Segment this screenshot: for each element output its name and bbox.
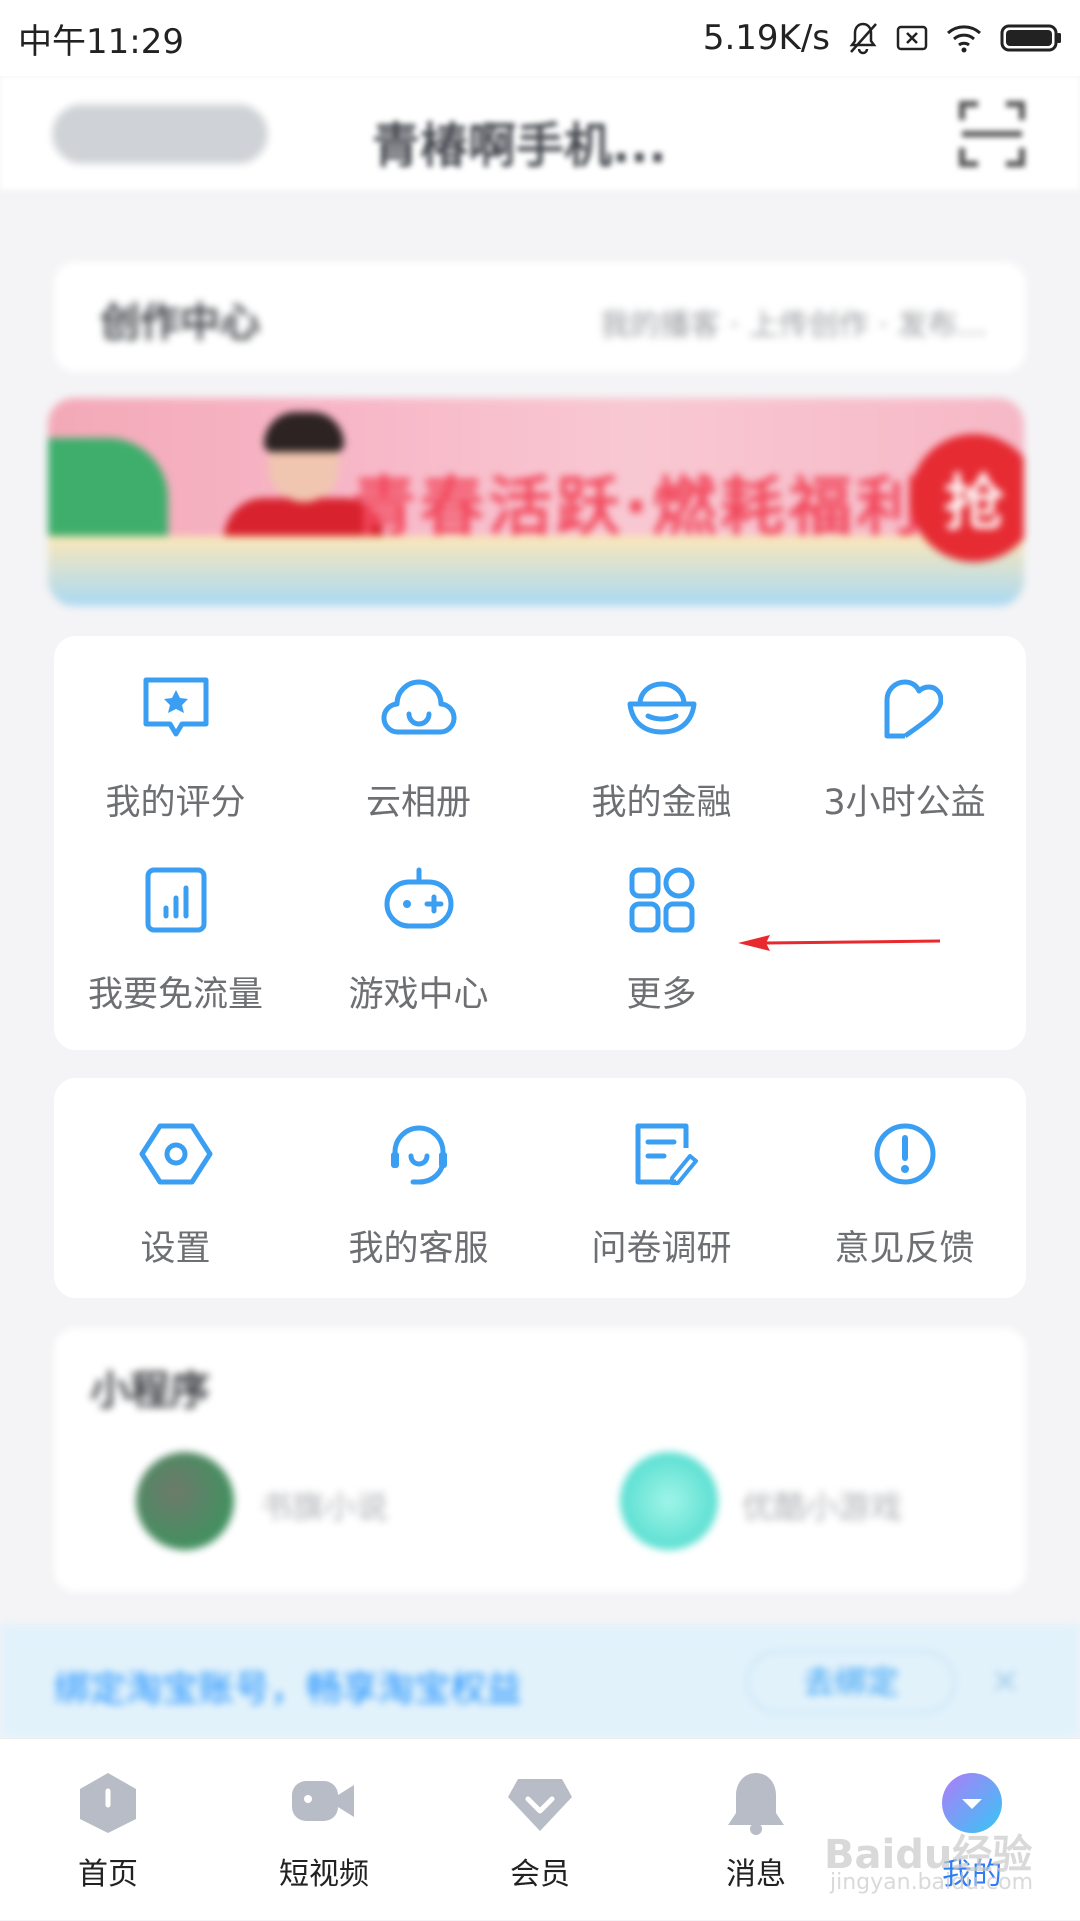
mini-program-label[interactable]: 书旗小说: [260, 1482, 388, 1528]
tab-short-video[interactable]: 短视频: [216, 1739, 432, 1921]
wifi-icon: [946, 23, 982, 53]
tool-label: 3小时公益: [823, 783, 986, 823]
tool-label: 更多: [626, 975, 697, 1015]
sim-icon: [896, 24, 928, 52]
watermark-url: jingyan.baidu.com: [830, 1870, 1034, 1895]
setting-feedback[interactable]: 意见反馈: [783, 1082, 1026, 1269]
status-icons: 5.19K/s: [703, 18, 1062, 58]
mute-icon: [848, 21, 878, 55]
page-title: 青椿啊手机...: [372, 118, 667, 174]
tool-label: 我的金融: [591, 783, 732, 823]
cloud-album-icon: [381, 670, 457, 746]
status-bar: 中午11:29 5.19K/s: [0, 0, 1080, 76]
tool-label: 我的评分: [105, 783, 246, 823]
setting-label: 我的客服: [348, 1229, 489, 1269]
tab-label: 会员: [510, 1857, 570, 1892]
setting-label: 设置: [140, 1229, 211, 1269]
creator-center-links[interactable]: 我的播客 · 上传创作 · 发布...: [600, 300, 986, 344]
setting-settings[interactable]: 设置: [54, 1082, 297, 1269]
bind-button[interactable]: 去绑定: [746, 1650, 956, 1714]
tools-card: 我的评分 云相册 我的金融 3小时公益 我要免流量 游戏中心 更多: [54, 636, 1026, 1050]
tool-more[interactable]: 更多: [540, 828, 783, 1015]
free-data-icon: [138, 862, 214, 938]
network-speed: 5.19K/s: [702, 18, 830, 58]
customer-service-icon: [381, 1116, 457, 1192]
tool-label: 云相册: [365, 783, 471, 823]
notice-bar: 绑定淘宝账号，畅享淘宝权益 去绑定 ×: [0, 1624, 1080, 1738]
promo-banner[interactable]: 青春活跃·燃耗福利 抢: [48, 398, 1024, 606]
creator-center-title: 创作中心: [100, 300, 260, 346]
annotation-arrow-icon: [736, 932, 941, 954]
rating-icon: [138, 670, 214, 746]
banner-text: 青春活跃·燃耗福利: [352, 471, 925, 545]
vip-icon: [506, 1769, 574, 1837]
charity-icon: [867, 670, 943, 746]
finance-icon: [624, 670, 700, 746]
setting-label: 问卷调研: [591, 1229, 732, 1269]
notice-text: 绑定淘宝账号，畅享淘宝权益: [54, 1669, 523, 1710]
setting-survey[interactable]: 问卷调研: [540, 1082, 783, 1269]
scan-icon[interactable]: [958, 100, 1026, 168]
video-icon: [290, 1769, 358, 1837]
mini-programs-title: 小程序: [90, 1368, 210, 1414]
tool-free-data[interactable]: 我要免流量: [54, 828, 297, 1015]
battery-icon: [1000, 24, 1062, 52]
tool-label: 我要免流量: [87, 975, 263, 1015]
setting-customer-service[interactable]: 我的客服: [297, 1082, 540, 1269]
top-bar: 青椿啊手机...: [0, 76, 1080, 190]
game-center-icon: [381, 862, 457, 938]
creator-center-card[interactable]: 创作中心 我的播客 · 上传创作 · 发布...: [54, 262, 1026, 372]
tool-charity[interactable]: 3小时公益: [783, 636, 1026, 823]
tool-my-rating[interactable]: 我的评分: [54, 636, 297, 823]
home-icon: [74, 1769, 142, 1837]
settings-icon: [138, 1116, 214, 1192]
settings-card: 设置 我的客服 问卷调研 意见反馈: [54, 1078, 1026, 1298]
mini-program-avatar[interactable]: [620, 1452, 718, 1550]
tab-vip[interactable]: 会员: [432, 1739, 648, 1921]
tool-label: 游戏中心: [348, 975, 489, 1015]
mini-programs-card: 小程序 书旗小说 优酷小游戏: [54, 1328, 1026, 1592]
tab-label: 首页: [78, 1857, 138, 1892]
vip-badge-icon[interactable]: [50, 102, 270, 166]
tab-label: 短视频: [279, 1857, 369, 1892]
setting-label: 意见反馈: [834, 1229, 975, 1269]
bell-icon: [722, 1769, 790, 1837]
close-icon[interactable]: ×: [990, 1660, 1020, 1701]
mini-program-label[interactable]: 优酷小游戏: [742, 1482, 902, 1528]
tool-my-finance[interactable]: 我的金融: [540, 636, 783, 823]
tool-cloud-album[interactable]: 云相册: [297, 636, 540, 823]
tab-home[interactable]: 首页: [0, 1739, 216, 1921]
feedback-icon: [867, 1116, 943, 1192]
more-grid-icon: [624, 862, 700, 938]
tool-game-center[interactable]: 游戏中心: [297, 828, 540, 1015]
survey-icon: [624, 1116, 700, 1192]
status-time: 中午11:29: [18, 21, 184, 62]
mini-program-avatar[interactable]: [136, 1452, 234, 1550]
